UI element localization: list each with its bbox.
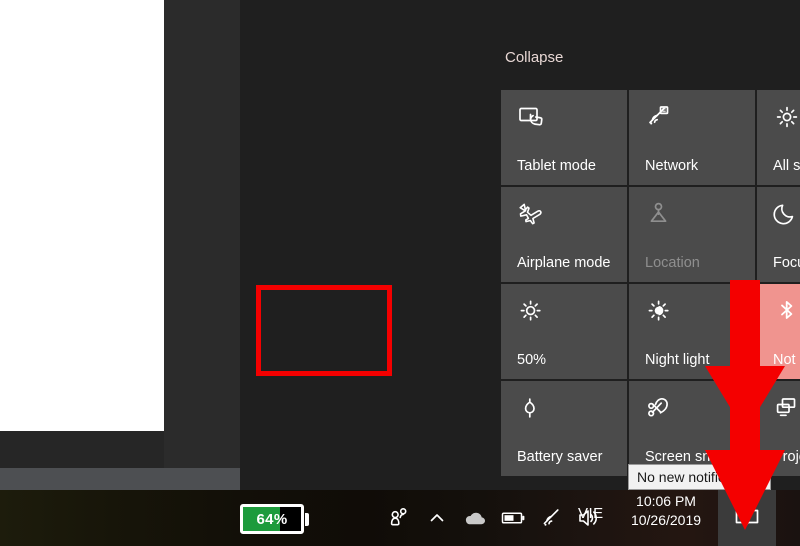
location-pin-icon bbox=[645, 200, 745, 234]
battery-tip bbox=[305, 512, 309, 526]
desktop-right-dark-area bbox=[164, 0, 240, 468]
wifi-icon[interactable] bbox=[532, 490, 570, 546]
clock-time: 10:06 PM bbox=[636, 493, 696, 509]
tile-location[interactable]: Location bbox=[629, 187, 755, 282]
tile-label: Focus assist bbox=[773, 255, 800, 271]
clock-date: 10/26/2019 bbox=[630, 512, 702, 528]
chevron-up-icon[interactable] bbox=[418, 490, 456, 546]
tile-label: Location bbox=[645, 255, 700, 271]
network-wifi-icon bbox=[645, 103, 745, 137]
background-app-window[interactable] bbox=[0, 0, 164, 431]
battery-icon[interactable] bbox=[494, 490, 532, 546]
tile-network[interactable]: Network bbox=[629, 90, 755, 185]
tile-focus-assist[interactable]: Focus assist bbox=[757, 187, 800, 282]
moon-icon bbox=[773, 200, 800, 234]
gear-icon bbox=[773, 103, 800, 137]
onedrive-cloud-icon[interactable] bbox=[456, 490, 494, 546]
screen: Collapse Tablet mode Network All s Airpl… bbox=[0, 0, 800, 546]
red-arrow-annotation bbox=[700, 280, 800, 536]
taskbar-clock[interactable]: 10:06 PM 10/26/2019 bbox=[620, 492, 712, 530]
desktop-gray-band bbox=[0, 468, 240, 490]
people-icon[interactable] bbox=[380, 490, 418, 546]
tile-label: All settings bbox=[773, 158, 800, 174]
battery-icon: 64% bbox=[240, 504, 304, 534]
language-indicator[interactable]: VIE bbox=[578, 505, 604, 522]
battery-percent-widget[interactable]: 64% bbox=[240, 503, 310, 535]
tile-all-settings[interactable]: All settings bbox=[757, 90, 800, 185]
tile-label: Network bbox=[645, 158, 699, 174]
system-tray bbox=[380, 0, 608, 546]
battery-percent-label: 64% bbox=[256, 510, 288, 528]
